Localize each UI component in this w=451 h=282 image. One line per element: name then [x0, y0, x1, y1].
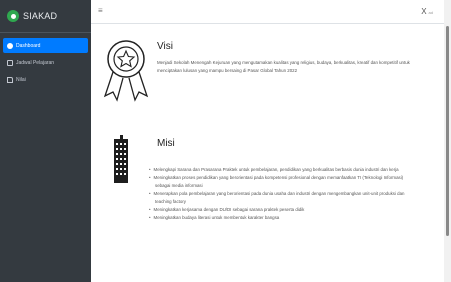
sidebar-item-label: Jadwal Pelajaran	[16, 59, 55, 66]
sidebar: SIAKAD Dashboard Jadwal Pelajaran Nilai	[0, 0, 91, 282]
sidebar-item-label: Nilai	[16, 76, 26, 83]
list-item: Meningkatkan kerjasama dengan DU/DI seba…	[149, 206, 439, 214]
user-menu[interactable]: Xad	[421, 7, 433, 16]
visi-text-line-1: Menjadi Sekolah Menengah Kejuruan yang m…	[157, 60, 410, 65]
document-icon	[7, 59, 13, 66]
user-sub-label: ad	[428, 10, 433, 15]
file-icon	[7, 76, 13, 83]
list-item-continuation: teaching factory	[155, 199, 186, 204]
visi-title: Visi	[157, 41, 173, 52]
scrollbar[interactable]	[444, 0, 451, 282]
list-item: Melengkapi Sarana dan Prasarana Praktek …	[149, 166, 439, 174]
topbar: ≡ Xad	[91, 0, 451, 24]
award-badge-icon	[103, 40, 149, 102]
scrollbar-thumb[interactable]	[446, 26, 449, 236]
visi-text-line-2: menciptakan lulusan yang mampu bersaing …	[157, 68, 298, 73]
hamburger-menu-icon[interactable]: ≡	[98, 6, 103, 15]
brand[interactable]: SIAKAD	[0, 0, 91, 33]
brand-name: SIAKAD	[23, 11, 58, 21]
brand-logo-icon	[7, 10, 19, 22]
main-content: Visi Menjadi Sekolah Menengah Kejuruan y…	[91, 24, 444, 282]
sidebar-item-jadwal[interactable]: Jadwal Pelajaran	[3, 55, 88, 70]
building-icon	[114, 135, 128, 183]
list-item-continuation: sebagai media informasi	[155, 183, 203, 188]
misi-list: Melengkapi Sarana dan Prasarana Praktek …	[149, 166, 439, 222]
sidebar-nav: Dashboard Jadwal Pelajaran Nilai	[0, 33, 91, 87]
list-item: Meningkatkan proses pendidikan yang bero…	[149, 174, 439, 182]
sidebar-item-nilai[interactable]: Nilai	[3, 72, 88, 87]
user-label: X	[421, 7, 427, 16]
misi-title: Misi	[157, 138, 175, 149]
dashboard-icon	[7, 42, 13, 49]
sidebar-item-dashboard[interactable]: Dashboard	[3, 38, 88, 53]
visi-text: Menjadi Sekolah Menengah Kejuruan yang m…	[157, 59, 437, 75]
list-item: Menerapkan pola pembelajaran yang berori…	[149, 190, 439, 198]
list-item: Meningkatkan budaya literasi untuk membe…	[149, 214, 439, 222]
sidebar-item-label: Dashboard	[16, 42, 41, 49]
